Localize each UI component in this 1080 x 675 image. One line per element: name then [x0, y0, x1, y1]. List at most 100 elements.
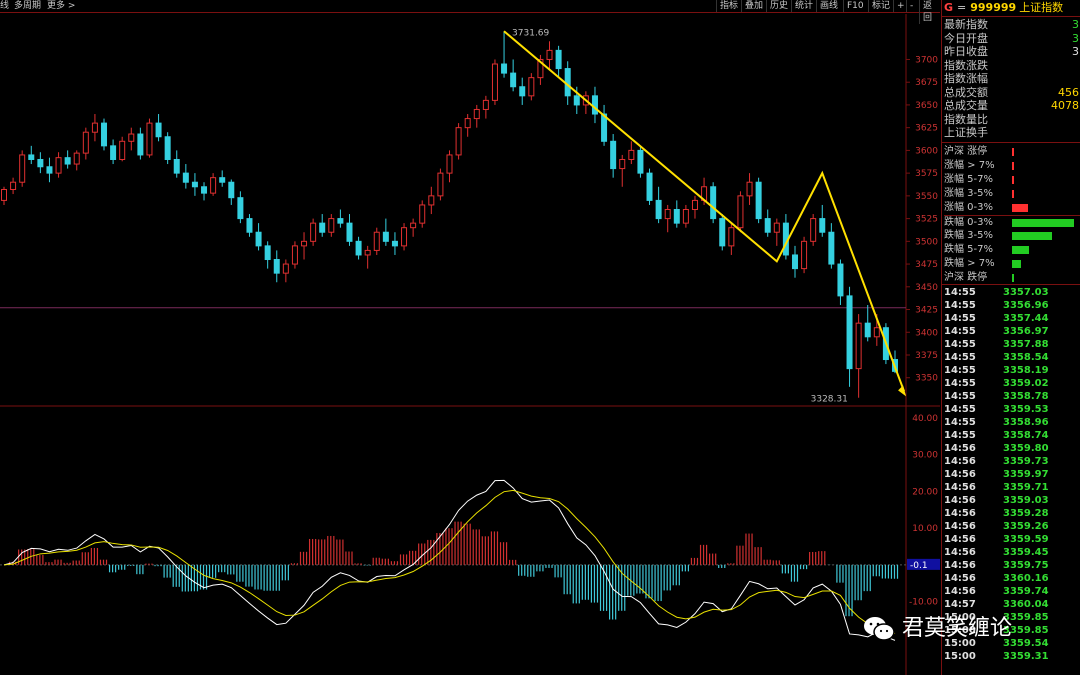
tick-price: 3358.78 — [1003, 391, 1049, 402]
dist-bar — [1012, 219, 1074, 227]
candle-body — [191, 181, 198, 188]
topbar-label-0[interactable]: 线 — [0, 0, 9, 12]
tick-time: 14:56 — [944, 508, 976, 519]
tick-time: 14:55 — [944, 378, 976, 389]
candle-body — [373, 231, 380, 251]
dist-label: 涨幅 3-5% — [944, 188, 994, 199]
info-label: 今日开盘 — [944, 31, 988, 45]
candle-body — [273, 259, 280, 274]
tick-time: 14:55 — [944, 326, 976, 337]
high-label: 3731.69 — [512, 28, 549, 38]
info-label: 总成交额 — [944, 85, 988, 99]
dist-label: 涨幅 0-3% — [944, 202, 994, 213]
candle-body — [628, 149, 635, 160]
dist-label: 涨幅 5-7% — [944, 174, 994, 185]
tick-row: 14:56 3359.59 — [944, 533, 1080, 546]
macd-tick-label: 10.00 — [912, 524, 938, 534]
info-value: 456 — [1058, 85, 1079, 99]
tick-time: 14:55 — [944, 313, 976, 324]
equals-sign: = — [957, 1, 967, 14]
tick-price: 3358.19 — [1003, 365, 1049, 376]
dist-bar — [1012, 162, 1014, 170]
candle-body — [682, 209, 689, 224]
macd-tick-label: 20.00 — [912, 487, 938, 497]
candle-body — [573, 95, 580, 106]
info-row: 总成交额 456 — [944, 85, 1080, 100]
dist-label: 跌幅 > 7% — [944, 258, 995, 269]
toolbar-button-3[interactable]: 统计 — [791, 0, 816, 12]
tick-price: 3358.74 — [1003, 430, 1049, 441]
tick-time: 14:56 — [944, 495, 976, 506]
tick-row: 14:57 3360.04 — [944, 598, 1080, 611]
candle-body — [28, 154, 35, 160]
tick-row: 14:55 3358.96 — [944, 416, 1080, 429]
candle-body — [64, 157, 71, 165]
wechat-icon — [864, 617, 895, 641]
tick-time: 14:56 — [944, 469, 976, 480]
tick-price: 3358.96 — [1003, 417, 1049, 428]
tick-row: 14:56 3359.97 — [944, 468, 1080, 481]
info-value: 3 — [1072, 31, 1079, 45]
dist-bar — [1012, 246, 1030, 254]
price-tick-label: 3475 — [915, 260, 938, 270]
panel-header: G = 999999 上证指数 — [942, 0, 1080, 17]
tick-price: 3359.59 — [1003, 534, 1049, 545]
toolbar-button-5[interactable]: F10 — [843, 0, 867, 12]
tick-time: 14:56 — [944, 521, 976, 532]
watermark-text: 君莫笑缠论 — [902, 616, 1013, 641]
candle-body — [710, 186, 717, 220]
candle-body — [173, 158, 180, 174]
chart-toolbar: 线多周期 更多 > 指标 叠加 历史 统计 画线 F10 标记 + - 返回 — [0, 0, 940, 24]
tick-time: 14:56 — [944, 573, 976, 584]
index-info: 最新指数 3 今日开盘 3 昨日收盘 3 指数涨跌 指数涨幅 总成交额 456 总成交量 4078 指数… — [942, 17, 1080, 143]
tick-time: 14:55 — [944, 391, 976, 402]
dist-row: 跌幅 5-7% — [944, 243, 1080, 256]
tick-price: 3359.80 — [1003, 443, 1049, 454]
candle-body — [473, 108, 480, 120]
info-row: 最新指数 3 — [944, 18, 1080, 32]
candle-body — [364, 249, 371, 256]
kline-chart[interactable]: 3700 3675 3650 3625 3600 3575 3550 3525 3500 3475… — [0, 13, 940, 675]
topbar-label-2[interactable]: 更多 > — [47, 0, 75, 12]
candle-body — [137, 133, 144, 156]
tick-row: 14:56 3360.16 — [944, 572, 1080, 585]
tick-price: 3360.16 — [1003, 573, 1049, 584]
macd-tick-label: 40.00 — [912, 414, 938, 424]
tick-time: 14:55 — [944, 365, 976, 376]
dist-row: 涨幅 > 7% — [944, 159, 1080, 172]
candle-body — [410, 222, 417, 229]
candle-body — [128, 133, 135, 142]
toolbar-button-2[interactable]: 历史 — [766, 0, 791, 12]
price-tick-label: 3550 — [915, 192, 938, 202]
candle-body — [182, 172, 189, 183]
toolbar-button-4[interactable]: 画线 — [816, 0, 841, 12]
tick-price: 3357.44 — [1003, 313, 1049, 324]
topbar-label-1[interactable]: 多周期 — [14, 0, 41, 12]
dist-row: 沪深 涨停 — [944, 145, 1080, 158]
candle-body — [619, 158, 626, 170]
info-row: 指数涨跌 — [944, 59, 1080, 73]
candle-body — [419, 204, 426, 224]
candle-body — [801, 240, 808, 270]
tick-time: 14:56 — [944, 482, 976, 493]
tick-price: 3356.97 — [1003, 326, 1049, 337]
toolbar-button-6[interactable]: 标记 — [868, 0, 893, 12]
price-tick-label: 3575 — [915, 169, 938, 179]
tick-row: 14:55 3358.74 — [944, 429, 1080, 442]
candle-body — [555, 49, 562, 70]
stock-name: 上证指数 — [1019, 1, 1064, 14]
candle-body — [464, 118, 471, 129]
info-label: 总成交量 — [944, 99, 988, 112]
tick-price: 3356.96 — [1003, 300, 1049, 311]
dist-row: 跌幅 3-5% — [944, 229, 1080, 242]
tick-price: 3359.97 — [1003, 469, 1049, 480]
toolbar-button-0[interactable]: 指标 — [716, 0, 741, 12]
toolbar-button-1[interactable]: 叠加 — [741, 0, 766, 12]
tick-price: 3359.73 — [1003, 456, 1049, 467]
candle-body — [446, 154, 453, 174]
info-label: 最新指数 — [944, 18, 988, 31]
candle-body — [510, 72, 517, 88]
candle-body — [346, 222, 353, 242]
info-row: 昨日收盘 3 — [944, 45, 1080, 59]
toolbar-button-8[interactable]: - — [906, 0, 916, 12]
